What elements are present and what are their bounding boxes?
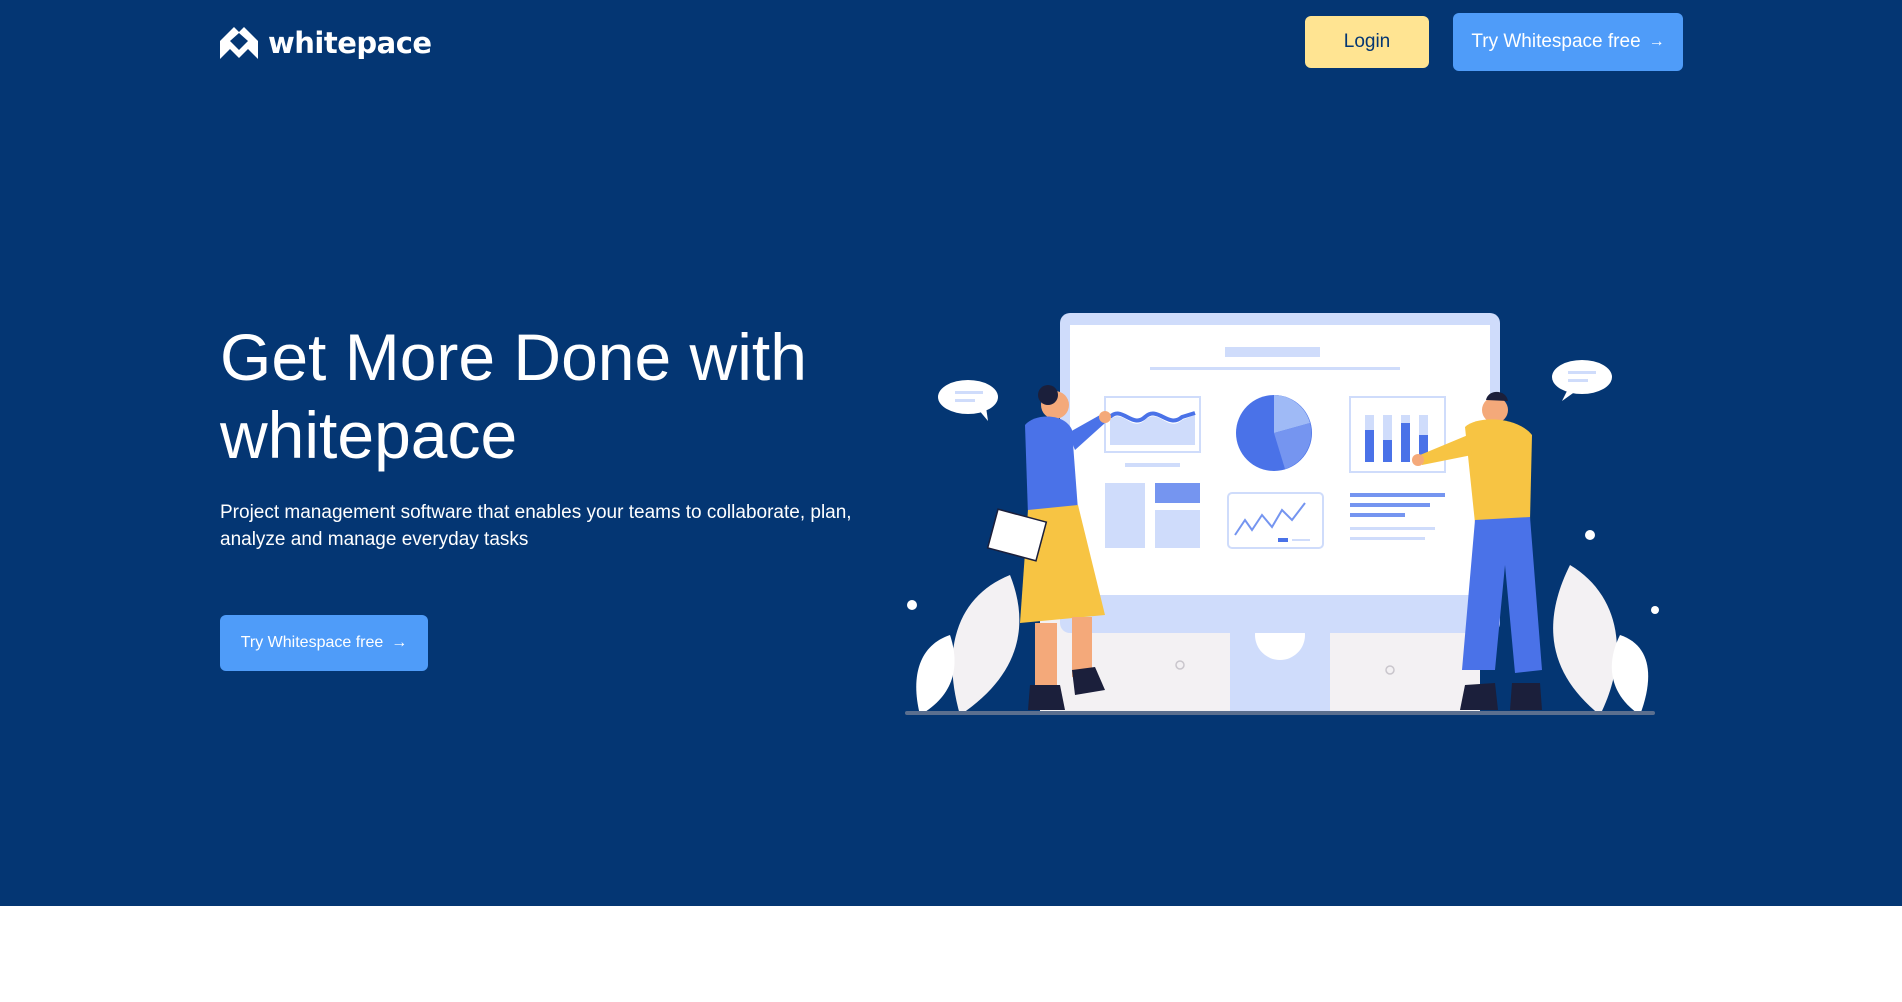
try-free-nav-button[interactable]: Try Whitespace free → [1453, 13, 1683, 71]
login-button-label: Login [1343, 31, 1391, 52]
try-free-hero-label: Try Whitespace free [240, 634, 384, 651]
hero-headline: Get More Done with whitepace [220, 320, 807, 472]
whitepace-logo-icon [220, 27, 258, 59]
hero-section: whitepace Login Try Whitespace free → Ge… [0, 0, 1902, 906]
hero-subtext: Project management software that enables… [220, 502, 852, 550]
login-button[interactable]: Login [1305, 16, 1429, 68]
team-dashboard-illustration [905, 313, 1659, 715]
brand-logo[interactable]: whitepace [220, 26, 432, 60]
try-free-nav-label: Try Whitespace free [1471, 31, 1641, 52]
try-free-hero-button[interactable]: Try Whitespace free → [220, 615, 428, 671]
top-nav: whitepace Login Try Whitespace free → [0, 0, 1902, 90]
arrow-right-icon: → [1648, 33, 1665, 50]
arrow-right-icon: → [391, 634, 408, 651]
brand-name: whitepace [268, 26, 432, 60]
